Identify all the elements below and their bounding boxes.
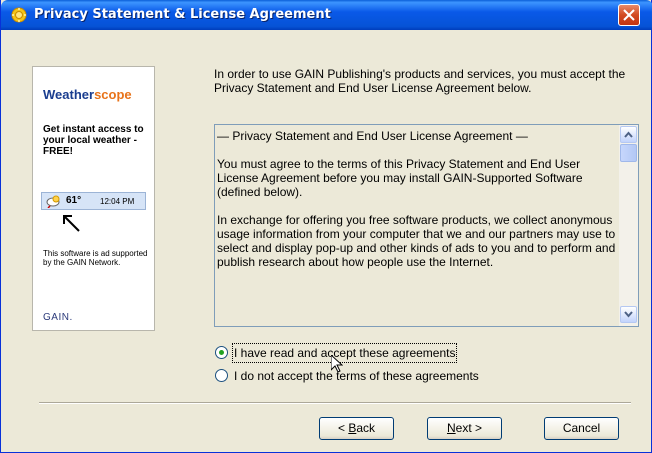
- window-title: Privacy Statement & License Agreement: [34, 7, 331, 22]
- ad-note: This software is ad supported by the GAI…: [43, 249, 148, 267]
- terms-paragraph: In exchange for offering you free softwa…: [217, 213, 616, 269]
- terms-scrollbar[interactable]: [619, 125, 638, 326]
- weather-icon: [46, 195, 60, 208]
- scroll-thumb[interactable]: [620, 144, 637, 162]
- ad-temp: 61°: [66, 195, 82, 206]
- terms-content: — Privacy Statement and End User License…: [217, 127, 617, 269]
- terms-heading: — Privacy Statement and End User License…: [217, 129, 528, 143]
- ad-headline: Get instant access to your local weather…: [43, 124, 144, 157]
- decline-radio[interactable]: [215, 369, 228, 382]
- divider: [39, 402, 631, 404]
- scroll-up-button[interactable]: [620, 126, 637, 143]
- accept-label[interactable]: I have read and accept these agreements: [231, 343, 458, 363]
- cancel-button[interactable]: Cancel: [544, 417, 619, 440]
- ad-brand-logo: Weatherscope: [43, 87, 132, 102]
- intro-text: In order to use GAIN Publishing's produc…: [214, 67, 626, 95]
- terms-paragraph: You must agree to the terms of this Priv…: [217, 157, 583, 199]
- ad-panel: Weatherscope Get instant access to your …: [32, 66, 155, 331]
- chevron-down-icon: [624, 311, 633, 318]
- next-button[interactable]: Next >: [427, 417, 502, 440]
- close-icon: [623, 9, 635, 21]
- terms-textbox[interactable]: — Privacy Statement and End User License…: [214, 124, 639, 327]
- scroll-down-button[interactable]: [620, 306, 637, 323]
- arrow-icon: [63, 215, 80, 232]
- gear-sun-icon: [11, 7, 27, 23]
- ad-tray-preview: 61° 12:04 PM: [41, 192, 146, 210]
- decline-label[interactable]: I do not accept the terms of these agree…: [234, 368, 479, 384]
- close-button[interactable]: [618, 4, 640, 26]
- gain-logo: GAIN.: [43, 312, 73, 323]
- accept-radio[interactable]: [215, 346, 228, 359]
- chevron-up-icon: [624, 131, 633, 138]
- back-button[interactable]: < Back: [319, 417, 394, 440]
- mouse-cursor-icon: [331, 355, 343, 373]
- dialog-window: Privacy Statement & License Agreement We…: [0, 0, 652, 453]
- ad-time: 12:04 PM: [100, 197, 135, 206]
- title-bar[interactable]: Privacy Statement & License Agreement: [1, 0, 652, 30]
